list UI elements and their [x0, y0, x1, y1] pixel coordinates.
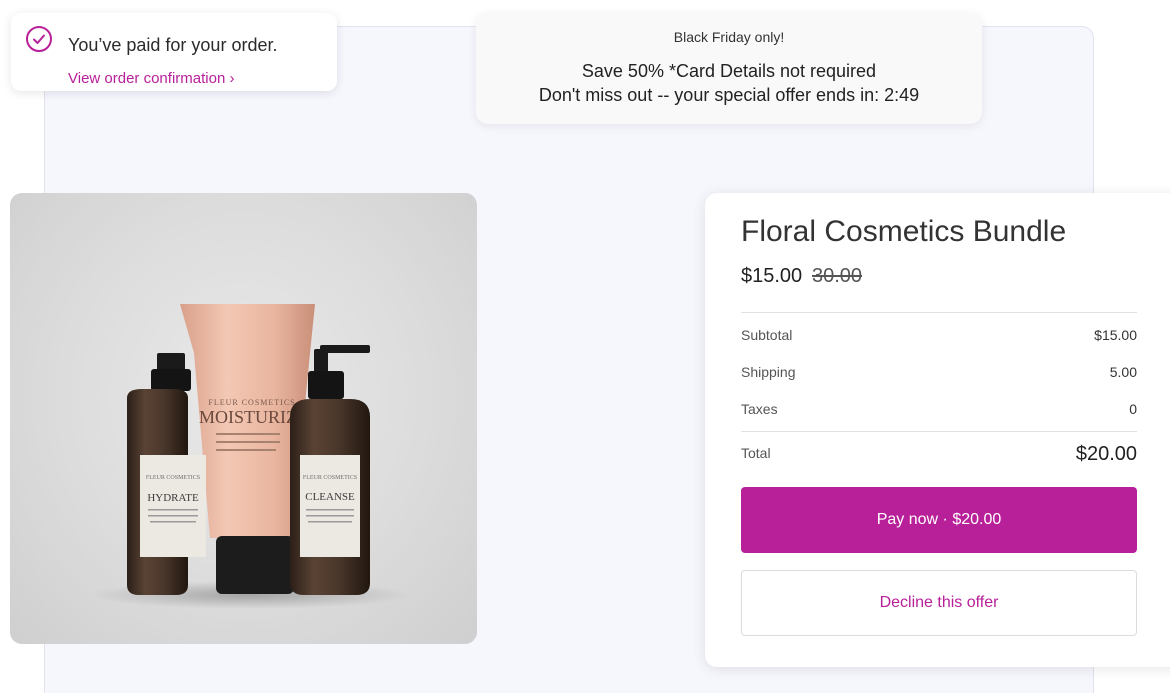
product-price: $15.00	[741, 265, 803, 287]
product-title: Floral Cosmetics Bundle	[741, 215, 1067, 248]
decline-offer-label: Decline this offer	[879, 594, 999, 611]
special-offer-banner: Black Friday only! Save 50% *Card Detail…	[476, 13, 982, 124]
payment-confirmation-notice: You’ve paid for your order. View order c…	[11, 13, 337, 91]
cosmetics-bottles-illustration: FLEUR COSMETICS MOISTURIZ FLEUR COSMETIC…	[90, 304, 410, 609]
decline-offer-button[interactable]: Decline this offer	[741, 570, 1137, 636]
tube-label: MOISTURIZ	[199, 407, 297, 427]
svg-text:FLEUR COSMETICS: FLEUR COSMETICS	[303, 475, 357, 481]
offer-heading: Black Friday only!	[673, 29, 785, 45]
summary-divider-total	[741, 431, 1137, 432]
taxes-label: Taxes	[741, 401, 778, 417]
pay-now-button[interactable]: Pay now · $20.00	[741, 487, 1137, 553]
product-original-price: 30.00	[812, 265, 863, 287]
view-order-confirmation-link[interactable]: View order confirmation ›	[68, 70, 234, 87]
offer-discount-text: Save 50% *Card Details not required	[581, 61, 877, 81]
hydrate-label: HYDRATE	[147, 492, 199, 504]
order-summary-card: Floral Cosmetics Bundle $15.00 30.00 Sub…	[705, 193, 1170, 667]
check-circle-icon	[26, 26, 52, 52]
subtotal-label: Subtotal	[741, 327, 793, 343]
taxes-value: 0	[1129, 401, 1137, 417]
product-image: FLEUR COSMETICS MOISTURIZ FLEUR COSMETIC…	[10, 193, 477, 644]
offer-countdown-text: Don't miss out -- your special offer end…	[538, 85, 920, 105]
payment-confirmation-text: You’ve paid for your order.	[68, 35, 278, 55]
subtotal-value: $15.00	[1094, 327, 1137, 343]
summary-divider-top	[741, 312, 1137, 313]
total-label: Total	[741, 445, 771, 461]
cleanse-label: CLEANSE	[305, 491, 355, 503]
shipping-label: Shipping	[741, 364, 796, 380]
svg-text:FLEUR COSMETICS: FLEUR COSMETICS	[208, 398, 295, 407]
total-value: $20.00	[1075, 443, 1137, 465]
svg-text:FLEUR COSMETICS: FLEUR COSMETICS	[146, 475, 200, 481]
pay-now-label: Pay now · $20.00	[876, 511, 1002, 528]
shipping-value: 5.00	[1109, 364, 1137, 380]
